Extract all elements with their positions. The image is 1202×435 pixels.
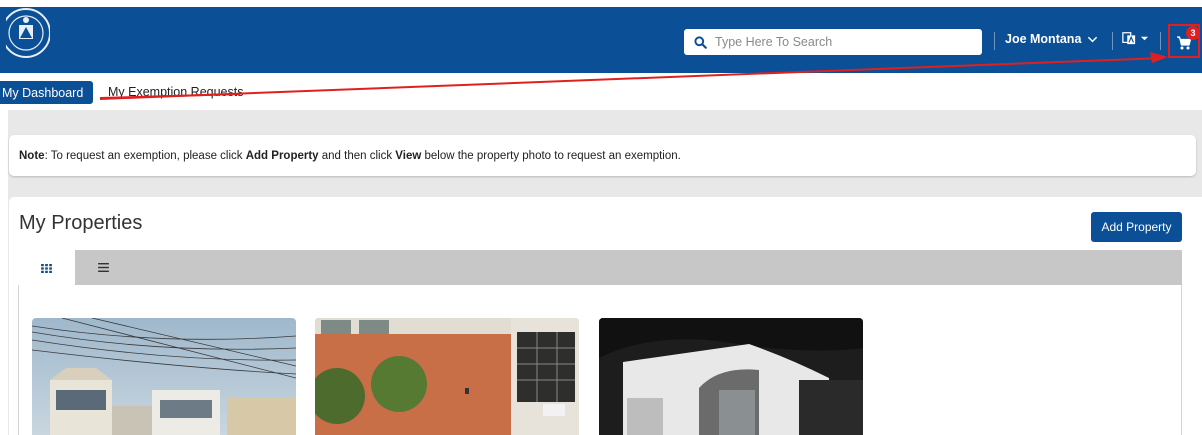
divider [1160, 32, 1161, 50]
note-text: below the property photo to request an e… [421, 150, 681, 162]
property-photo-3[interactable] [599, 318, 863, 435]
chevron-down-icon [1088, 36, 1098, 42]
property-photo-2[interactable] [315, 318, 579, 435]
list-view-icon [97, 263, 109, 272]
caret-down-icon [1140, 36, 1149, 40]
search-icon [694, 35, 707, 49]
note-label: Note [19, 150, 45, 162]
view-toggle-bar [18, 250, 1182, 286]
grid-view-icon [41, 263, 52, 273]
grid-view-tab[interactable] [18, 250, 75, 286]
divider [1112, 32, 1113, 50]
app-frame: Joe Montana 3 [0, 0, 1202, 435]
tab-my-dashboard[interactable]: My Dashboard [0, 81, 93, 104]
user-menu[interactable]: Joe Montana [1005, 32, 1098, 46]
note-text: and then click [318, 150, 396, 162]
language-menu[interactable] [1122, 31, 1149, 45]
cart-count-badge: 3 [1186, 26, 1200, 40]
search-box[interactable] [684, 29, 982, 55]
tab-my-exemption-requests[interactable]: My Exemption Requests [108, 85, 243, 99]
note-add-property: Add Property [245, 150, 319, 162]
search-input[interactable] [715, 35, 965, 49]
add-property-button[interactable]: Add Property [1091, 212, 1182, 242]
note-text: : To request an exemption, please click [44, 150, 246, 162]
my-properties-panel: My Properties Add Property [9, 197, 1202, 435]
user-name: Joe Montana [1005, 32, 1082, 46]
divider [994, 32, 995, 50]
cart-button[interactable]: 3 [1168, 24, 1200, 58]
note-banner: Note: To request an exemption, please cl… [9, 135, 1196, 176]
nav-tabs: My Dashboard My Exemption Requests [0, 73, 1202, 110]
seal-logo[interactable] [1, 7, 51, 67]
top-header: Joe Montana 3 [0, 7, 1202, 73]
property-photo-1[interactable] [32, 318, 296, 435]
language-icon [1122, 32, 1136, 45]
page-title: My Properties [19, 212, 143, 234]
note-view: View [395, 150, 422, 162]
list-view-tab[interactable] [75, 250, 131, 285]
